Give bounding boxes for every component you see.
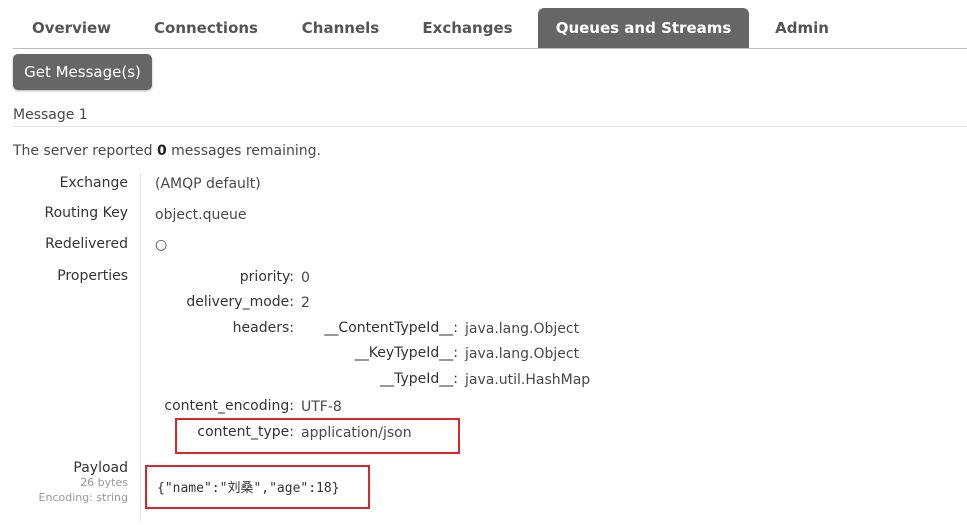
remaining-count: 0 [156, 143, 167, 159]
server-suffix: messages remaining. [166, 143, 321, 159]
delivery-mode-key: delivery_mode: [186, 294, 294, 310]
routing-key-label: Routing Key [44, 205, 128, 221]
content-type-highlight [175, 418, 460, 454]
tab-connections[interactable]: Connections [137, 8, 275, 48]
payload-size: 26 bytes [80, 476, 128, 489]
main-nav-tabs: Overview Connections Channels Exchanges … [13, 8, 967, 49]
header-value: java.lang.Object [465, 346, 580, 362]
payload-label: Payload [73, 460, 128, 476]
tab-queues-and-streams[interactable]: Queues and Streams [538, 8, 749, 48]
divider [13, 126, 967, 127]
server-remaining-text: The server reported 0 messages remaining… [13, 143, 321, 159]
priority-key: priority: [239, 269, 294, 285]
redelivered-label: Redelivered [45, 236, 128, 252]
redelivered-value: ○ [155, 237, 168, 253]
exchange-label: Exchange [59, 175, 128, 191]
tab-channels[interactable]: Channels [283, 8, 398, 48]
detail-divider [140, 174, 141, 521]
exchange-value: (AMQP default) [155, 176, 261, 192]
priority-value: 0 [301, 270, 310, 286]
payload-encoding: Encoding: string [38, 491, 128, 504]
message-title: Message 1 [13, 107, 88, 123]
content-encoding-value: UTF-8 [301, 399, 342, 415]
content-encoding-key: content_encoding: [164, 398, 294, 414]
header-key: __KeyTypeId__: [354, 345, 458, 361]
properties-label: Properties [57, 268, 128, 284]
header-key: __ContentTypeId__: [324, 320, 458, 336]
header-value: java.lang.Object [465, 321, 580, 337]
header-key: __TypeId__: [380, 371, 458, 387]
header-value: java.util.HashMap [465, 372, 591, 388]
routing-key-value: object.queue [155, 207, 247, 223]
get-messages-button[interactable]: Get Message(s) [13, 54, 152, 90]
tab-admin[interactable]: Admin [757, 8, 847, 48]
tab-exchanges[interactable]: Exchanges [405, 8, 530, 48]
delivery-mode-value: 2 [301, 295, 310, 311]
headers-key: headers: [232, 320, 294, 336]
tab-overview[interactable]: Overview [13, 8, 130, 48]
server-prefix: The server reported [13, 143, 157, 159]
payload-value: {"name":"刘桑","age":18} [157, 481, 340, 496]
